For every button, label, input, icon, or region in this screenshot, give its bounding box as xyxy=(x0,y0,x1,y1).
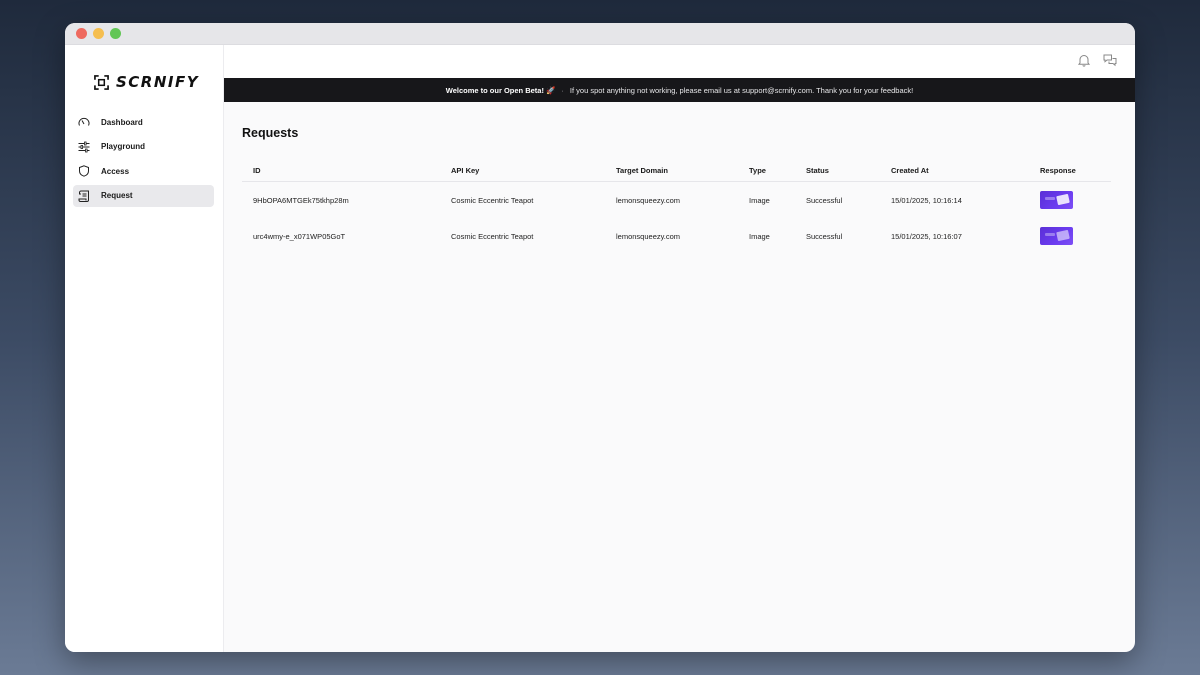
cell-status: Successful xyxy=(806,231,843,241)
page-title: Requests xyxy=(242,126,299,140)
cell-type: Image xyxy=(749,195,770,205)
response-thumbnail[interactable] xyxy=(1040,191,1073,209)
top-bar xyxy=(224,45,1135,78)
banner-message: If you spot anything not working, please… xyxy=(569,85,914,95)
sidebar-item-access[interactable]: Access xyxy=(73,160,214,182)
sidebar-item-label: Request xyxy=(101,191,133,201)
cell-target-domain: lemonsqueezy.com xyxy=(616,195,681,205)
sidebar-nav: Dashboard Playground Access Request xyxy=(73,111,214,209)
requests-table: ID API Key Target Domain Type Status Cre… xyxy=(242,159,1111,254)
column-header-response: Response xyxy=(1040,165,1076,175)
cell-status: Successful xyxy=(806,195,843,205)
cell-id: 9HbOPA6MTGEk75tkhp28m xyxy=(253,195,349,205)
table-row[interactable]: urc4wmy-e_x071WP05GoT Cosmic Eccentric T… xyxy=(242,218,1111,254)
window-titlebar xyxy=(65,23,1135,45)
cell-created-at: 15/01/2025, 10:16:14 xyxy=(891,195,962,205)
gauge-icon xyxy=(78,117,90,126)
main-content: Requests ID API Key Target Domain Type S… xyxy=(224,102,1135,652)
sidebar-item-request[interactable]: Request xyxy=(73,184,214,207)
column-header-type: Type xyxy=(749,165,766,175)
close-window-button[interactable] xyxy=(76,28,87,39)
cell-response xyxy=(1040,182,1073,218)
sidebar: SCRNIFY Dashboard Playground Access Requ… xyxy=(65,45,224,652)
cell-api-key: Cosmic Eccentric Teapot xyxy=(451,195,534,205)
column-header-id: ID xyxy=(253,165,261,175)
cell-target-domain: lemonsqueezy.com xyxy=(616,231,681,241)
app-name: SCRNIFY xyxy=(116,73,200,91)
app-window: SCRNIFY Dashboard Playground Access Requ… xyxy=(65,23,1135,652)
cell-response xyxy=(1040,218,1073,254)
sidebar-item-playground[interactable]: Playground xyxy=(73,136,214,158)
cell-type: Image xyxy=(749,231,770,241)
sidebar-item-label: Dashboard xyxy=(101,117,143,127)
column-header-created-at: Created At xyxy=(891,165,929,175)
shield-icon xyxy=(79,165,89,177)
cell-created-at: 15/01/2025, 10:16:07 xyxy=(891,231,962,241)
sidebar-item-dashboard[interactable]: Dashboard xyxy=(73,111,214,133)
response-thumbnail[interactable] xyxy=(1040,227,1073,245)
scroll-icon xyxy=(78,190,89,202)
column-header-status: Status xyxy=(806,165,829,175)
sliders-icon xyxy=(78,141,90,152)
scrnify-logo-icon xyxy=(94,74,109,90)
table-row[interactable]: 9HbOPA6MTGEk75tkhp28m Cosmic Eccentric T… xyxy=(242,182,1111,218)
banner-separator: · xyxy=(561,85,564,95)
cell-api-key: Cosmic Eccentric Teapot xyxy=(451,231,534,241)
column-header-api-key: API Key xyxy=(451,165,480,175)
sidebar-item-label: Playground xyxy=(101,142,146,152)
minimize-window-button[interactable] xyxy=(93,28,104,39)
app-logo[interactable]: SCRNIFY xyxy=(94,73,199,91)
announcement-banner: Welcome to our Open Beta! 🚀 · If you spo… xyxy=(224,78,1135,102)
sidebar-item-label: Access xyxy=(101,166,130,176)
bell-icon[interactable] xyxy=(1077,53,1091,67)
chat-icon[interactable] xyxy=(1103,53,1117,67)
cell-id: urc4wmy-e_x071WP05GoT xyxy=(253,231,346,241)
maximize-window-button[interactable] xyxy=(110,28,121,39)
banner-title: Welcome to our Open Beta! 🚀 xyxy=(445,85,556,95)
column-header-target-domain: Target Domain xyxy=(616,165,668,175)
table-header-row: ID API Key Target Domain Type Status Cre… xyxy=(242,159,1111,182)
